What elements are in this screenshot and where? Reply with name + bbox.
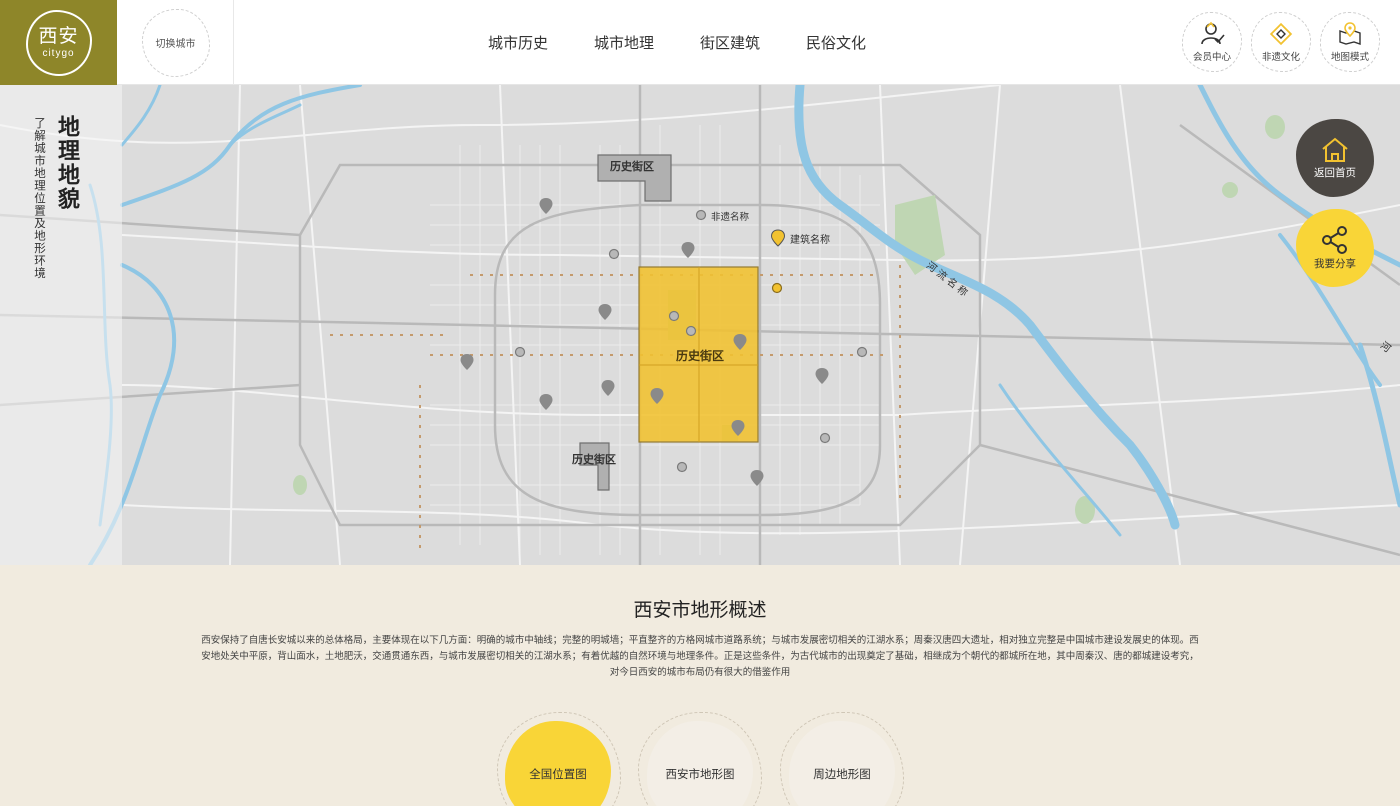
city-map[interactable]: 地理地貌 了解城市地理位置及地形环境 历史街区 历史街区 历史街区 非遗名称 建… xyxy=(0,85,1400,565)
share-label: 我要分享 xyxy=(1314,257,1356,270)
top-header: 西安 citygo 切换城市 城市历史 城市地理 街区建筑 民俗文化 会员中心 … xyxy=(0,0,1400,85)
city-switch-area: 切换城市 xyxy=(118,0,234,85)
main-nav: 城市历史 城市地理 街区建筑 民俗文化 xyxy=(470,0,894,85)
overview-text: 西安保持了自唐长安城以来的总体格局，主要体现在以下几方面：明确的城市中轴线；完整… xyxy=(201,635,1199,678)
share-icon xyxy=(1322,225,1347,254)
site-logo[interactable]: 西安 citygo xyxy=(0,0,117,85)
logo-city-name: 西安 xyxy=(38,24,79,47)
nav-city-geography[interactable]: 城市地理 xyxy=(594,32,654,53)
nav-city-history[interactable]: 城市历史 xyxy=(488,32,548,53)
city-switch-button[interactable]: 切换城市 xyxy=(141,8,210,77)
district-label-north[interactable]: 历史街区 xyxy=(610,158,654,174)
heritage-culture-label: 非遗文化 xyxy=(1261,52,1300,63)
map-mode-button[interactable]: 地图模式 xyxy=(1320,12,1380,72)
map-type-tabs: 全国位置图 西安市地形图 周边地形图 xyxy=(497,712,917,806)
member-center-label: 会员中心 xyxy=(1192,52,1231,63)
heritage-culture-button[interactable]: 非遗文化 xyxy=(1251,12,1311,72)
heritage-icon xyxy=(1269,22,1293,46)
member-center-button[interactable]: 会员中心 xyxy=(1182,12,1242,72)
map-side-subtitle: 了解城市地理位置及地形环境 xyxy=(33,117,47,280)
home-icon xyxy=(1322,137,1348,162)
building-poi-label[interactable]: 建筑名称 xyxy=(790,231,830,246)
member-icon xyxy=(1201,21,1225,45)
nav-folk-culture[interactable]: 民俗文化 xyxy=(806,32,866,53)
map-side-title: 地理地貌 xyxy=(54,115,79,211)
logo-badge: 西安 citygo xyxy=(25,9,92,76)
district-label-center[interactable]: 历史街区 xyxy=(676,347,724,364)
back-home-label: 返回首页 xyxy=(1314,166,1356,179)
heritage-poi-label[interactable]: 非遗名称 xyxy=(711,209,749,223)
district-label-south[interactable]: 历史街区 xyxy=(572,451,616,467)
share-button[interactable]: 我要分享 xyxy=(1296,209,1374,287)
overview-title: 西安市地形概述 xyxy=(633,599,767,621)
terrain-overview-section: 西安市地形概述 西安保持了自唐长安城以来的总体格局，主要体现在以下几方面：明确的… xyxy=(0,565,1400,806)
map-mode-icon xyxy=(1339,22,1361,45)
header-tools: 会员中心 非遗文化 地图模式 xyxy=(1182,12,1380,72)
logo-brand: citygo xyxy=(42,47,75,59)
map-base xyxy=(0,85,1400,565)
map-mode-label: 地图模式 xyxy=(1330,52,1369,63)
nav-block-architecture[interactable]: 街区建筑 xyxy=(700,32,760,53)
back-home-button[interactable]: 返回首页 xyxy=(1296,119,1374,197)
